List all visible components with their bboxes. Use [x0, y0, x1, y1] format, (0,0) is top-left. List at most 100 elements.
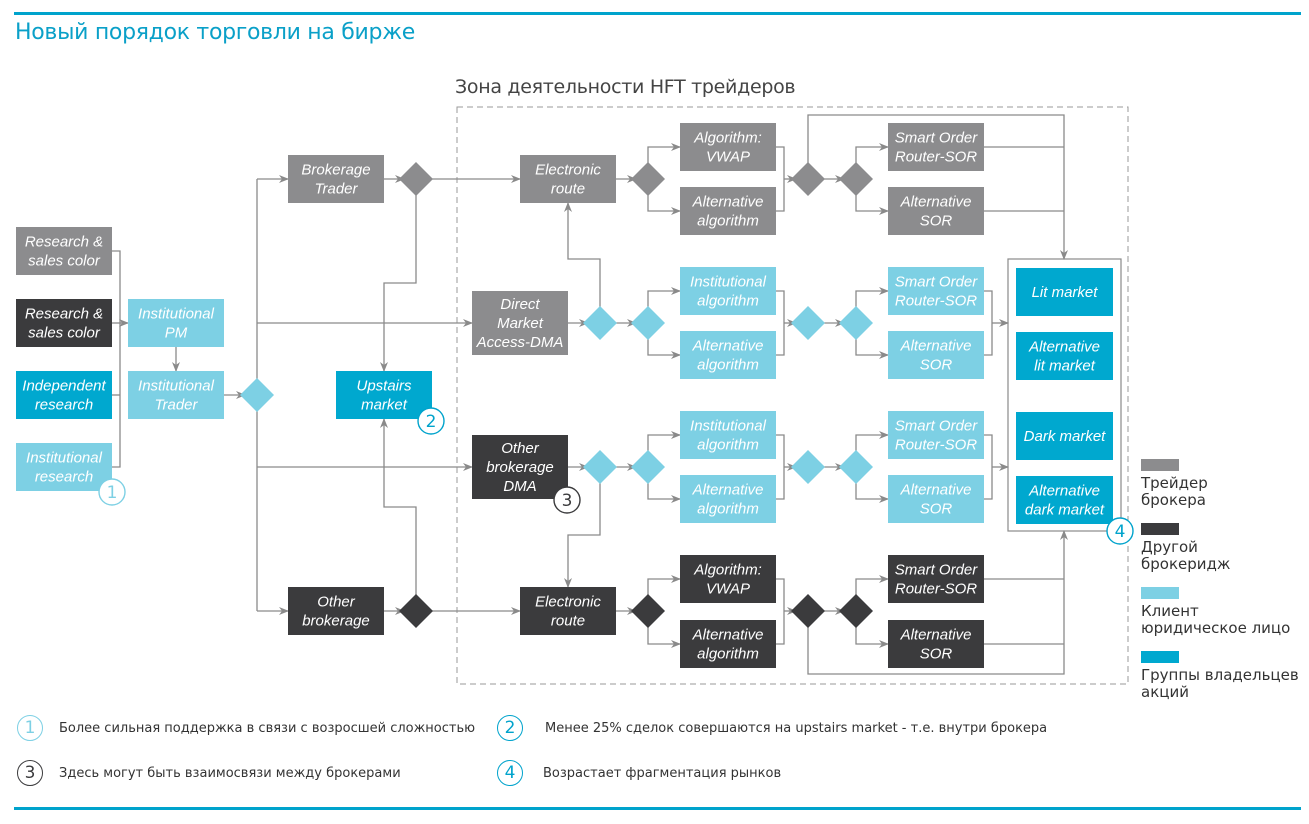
connector-arrow [647, 623, 681, 648]
node-alt-sor-2: Alternative SOR [888, 331, 984, 379]
node-label: Alternative [692, 194, 764, 211]
diamond-sor-2 [839, 306, 873, 340]
node-alt-dark-market: Alternative dark market [1016, 476, 1113, 524]
diamond-algo-bottom [791, 594, 825, 628]
note-4: 4 Возрастает фрагментация рынков [497, 760, 781, 786]
node-upstairs-market: Upstairs market [336, 371, 432, 419]
node-label: Trader [154, 397, 198, 414]
legend-swatch [1141, 523, 1179, 535]
node-label: PM [165, 325, 188, 342]
node-alt-algo-top: Alternative algorithm [680, 187, 776, 235]
node-label: algorithm [697, 437, 759, 454]
diamond-dma-2 [631, 306, 665, 340]
node-label: Other [317, 594, 356, 611]
note-marker-1: 1 [98, 478, 126, 506]
note-text: Возрастает фрагментация рынков [543, 765, 782, 781]
node-label: Electronic [535, 162, 601, 179]
node-other-brokerage-dma: Other brokerage DMA [472, 435, 568, 499]
legend-swatch [1141, 651, 1179, 663]
connector-line [776, 578, 785, 645]
connector-arrow [855, 287, 889, 311]
node-label: algorithm [697, 357, 759, 374]
connector-arrow [647, 287, 681, 311]
marker-number: 1 [107, 483, 118, 503]
legend-item-shareholder-groups: Группы владельцев акций [1141, 651, 1299, 701]
legend-item-other-brokerage: Другой брокеридж [1141, 523, 1230, 573]
node-label: Alternative [692, 627, 764, 644]
connector-line [776, 434, 785, 500]
node-label: SOR [920, 357, 953, 374]
node-label: Access-DMA [476, 334, 564, 351]
node-label: Upstairs [356, 378, 412, 395]
node-label: Router-SOR [895, 581, 977, 598]
marker-number: 4 [1115, 522, 1126, 542]
connector-line [776, 146, 785, 212]
connector-arrow [647, 575, 681, 599]
note-text: Менее 25% сделок совершаются на upstairs… [545, 720, 1048, 736]
note-1: 1 Более сильная поддержка в связи с возр… [17, 715, 475, 741]
legend-label: Группы владельцев [1141, 666, 1299, 684]
connector-arrow [564, 202, 601, 311]
node-label: Smart Order [895, 274, 979, 291]
connector-arrow [647, 479, 681, 503]
node-institutional-pm: Institutional PM [128, 299, 224, 347]
connector-line [984, 434, 993, 500]
node-research-sales-gray: Research & sales color [16, 227, 112, 275]
node-label: Lit market [1032, 284, 1099, 301]
node-label: algorithm [697, 293, 759, 310]
diamond-route-bottom [631, 594, 665, 628]
node-label: brokerage [302, 613, 370, 630]
node-label: Research & [25, 234, 103, 251]
node-label: algorithm [697, 213, 759, 230]
marker-number: 3 [562, 491, 573, 511]
node-alt-algo-2: Alternative algorithm [680, 331, 776, 379]
note-2: 2 Менее 25% сделок совершаются на upstai… [497, 715, 1047, 741]
connector-arrow [855, 575, 889, 599]
node-label: Other [501, 440, 540, 457]
connector-line [112, 250, 121, 468]
node-institutional-trader: Institutional Trader [128, 371, 224, 419]
node-label: Router-SOR [895, 437, 977, 454]
node-label: Brokerage [301, 162, 370, 179]
node-label: Trader [314, 181, 358, 198]
node-alt-lit-market: Alternative lit market [1016, 332, 1113, 380]
legend-label: брокера [1141, 491, 1206, 509]
node-label: Algorithm: [693, 562, 762, 579]
connector-line [776, 290, 785, 356]
node-label: Alternative [1028, 339, 1100, 356]
connector-arrow [647, 335, 681, 359]
nodes: Research & sales color Research & sales col… [16, 123, 1113, 668]
note-number-badge: 3 [17, 760, 43, 786]
node-label: Dark market [1024, 428, 1107, 445]
node-label: DMA [503, 478, 536, 495]
node-dark-market: Dark market [1016, 412, 1113, 460]
node-sor-bottom: Smart Order Router-SOR [888, 555, 984, 603]
node-label: Direct [500, 296, 540, 313]
legend-item-client-legal: Клиент юридическое лицо [1141, 587, 1290, 637]
node-lit-market: Lit market [1016, 268, 1113, 316]
node-brokerage-trader: Brokerage Trader [288, 155, 384, 203]
legend-label: юридическое лицо [1141, 619, 1291, 637]
node-label: SOR [920, 213, 953, 230]
node-label: Institutional [26, 450, 103, 467]
diamond-route-top [631, 162, 665, 196]
node-label: Algorithm: [693, 130, 762, 147]
connector-line [984, 290, 993, 356]
node-label: Smart Order [895, 418, 979, 435]
connector-arrow [380, 418, 417, 599]
node-label: algorithm [697, 646, 759, 663]
note-number-badge: 4 [497, 760, 523, 786]
bottom-accent-rule [14, 807, 1301, 810]
node-label: Alternative [1028, 483, 1100, 500]
node-label: VWAP [706, 149, 750, 166]
node-inst-algo-1: Institutional algorithm [680, 267, 776, 315]
node-alt-sor-bottom: Alternative SOR [888, 620, 984, 668]
node-label: route [551, 181, 585, 198]
node-sor-3: Smart Order Router-SOR [888, 411, 984, 459]
node-alt-sor-top: Alternative SOR [888, 187, 984, 235]
node-label: route [551, 613, 585, 630]
node-other-brokerage: Other brokerage [288, 587, 384, 635]
node-research-sales-dark: Research & sales color [16, 299, 112, 347]
node-alt-algo-bottom: Alternative algorithm [680, 620, 776, 668]
node-label: Market [497, 315, 544, 332]
